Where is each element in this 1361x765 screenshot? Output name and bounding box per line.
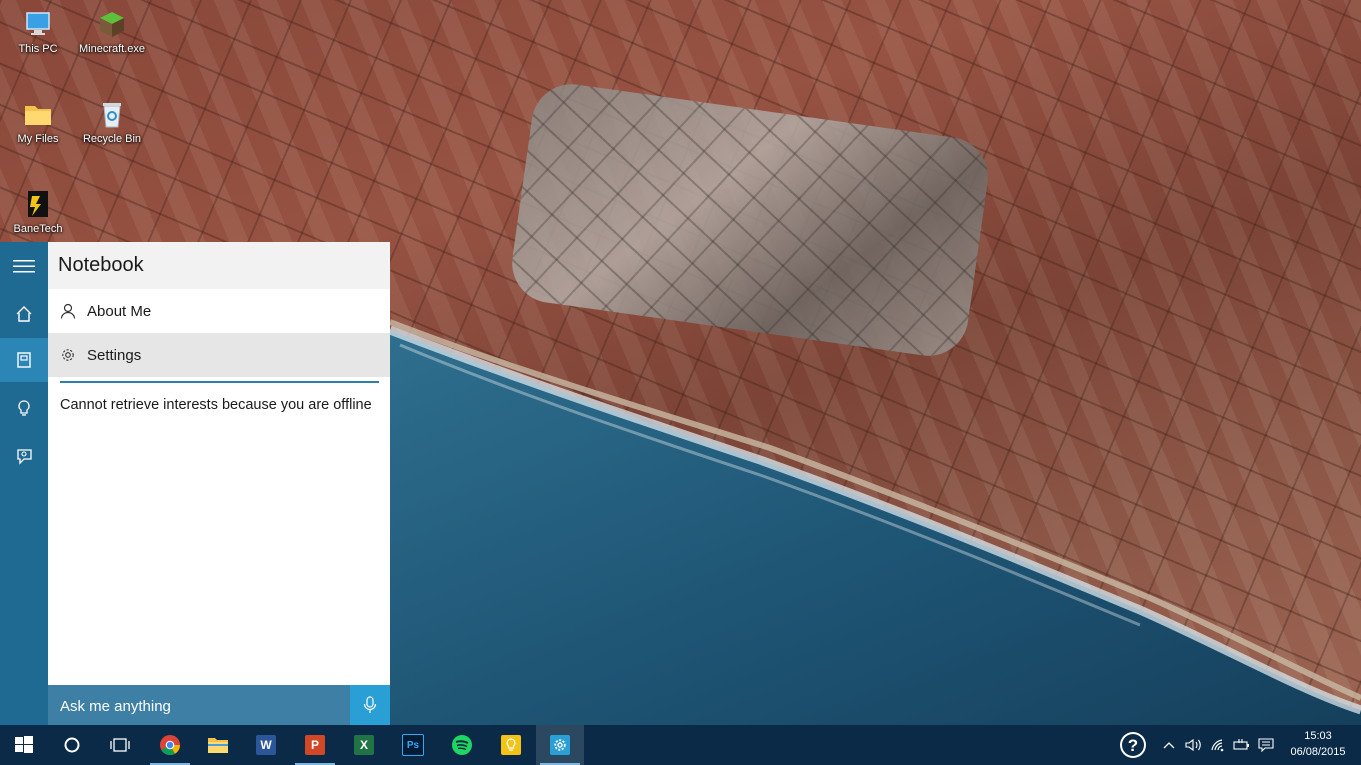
taskbar-app-settings[interactable]	[536, 725, 584, 765]
clock-date: 06/08/2015	[1290, 746, 1346, 758]
taskbar-app-chrome[interactable]	[146, 725, 194, 765]
microphone-icon	[363, 696, 377, 713]
battery-button[interactable]	[1230, 725, 1254, 765]
panel-title: Notebook	[48, 242, 390, 289]
taskbar-app-photoshop[interactable]: Ps	[389, 725, 437, 765]
cortana-search-bar	[48, 685, 390, 727]
speaker-icon	[1185, 738, 1201, 752]
start-button[interactable]	[0, 725, 48, 765]
taskbar-app-spotify[interactable]	[438, 725, 486, 765]
network-button[interactable]	[1207, 725, 1231, 765]
person-icon	[60, 303, 76, 319]
desktop-icon-my-files[interactable]: My Files	[0, 98, 76, 146]
windows-logo-icon	[15, 736, 33, 753]
menu-item-settings[interactable]: Settings	[48, 333, 390, 377]
lightbulb-icon	[501, 735, 521, 755]
cortana-rail	[0, 242, 48, 725]
desktop-icon-banetech[interactable]: BaneTech	[0, 188, 76, 236]
feedback-icon	[17, 449, 32, 465]
recycle-bin-icon	[96, 98, 128, 130]
action-center-button[interactable]	[1254, 725, 1278, 765]
rail-reminders-button[interactable]	[0, 386, 48, 430]
task-view-button[interactable]	[96, 725, 144, 765]
svg-text:?: ?	[1128, 736, 1138, 755]
offline-message: Cannot retrieve interests because you ar…	[60, 397, 372, 413]
lightbulb-icon	[18, 400, 30, 416]
taskbar-app-excel[interactable]: X	[340, 725, 388, 765]
hamburger-menu-button[interactable]	[0, 244, 48, 288]
notebook-icon	[17, 352, 31, 368]
home-icon	[16, 306, 32, 322]
battery-plug-icon	[1233, 739, 1249, 750]
clock-time: 15:03	[1304, 730, 1332, 742]
taskbar-app-powerpoint[interactable]: P	[291, 725, 339, 765]
taskbar-app-tips[interactable]	[487, 725, 535, 765]
help-icon: ?	[1120, 732, 1146, 758]
cortana-search-button[interactable]	[48, 725, 96, 765]
taskbar-clock[interactable]: 15:03 06/08/2015	[1285, 728, 1351, 760]
wifi-icon	[1211, 739, 1224, 752]
notification-icon	[1258, 738, 1274, 752]
microphone-button[interactable]	[350, 685, 390, 725]
banetech-icon	[22, 188, 54, 220]
rail-home-button[interactable]	[0, 292, 48, 336]
photoshop-icon: Ps	[402, 734, 424, 756]
chevron-up-icon	[1163, 742, 1175, 749]
rail-notebook-button[interactable]	[0, 338, 48, 382]
folder-icon	[22, 98, 54, 130]
grass-block-icon	[96, 8, 128, 40]
chrome-icon	[160, 735, 181, 756]
taskbar: W P X Ps ? 15:03 06/08/2015	[0, 725, 1361, 765]
spotify-icon	[452, 735, 472, 755]
excel-icon: X	[354, 735, 374, 755]
desktop-icon-recycle-bin[interactable]: Recycle Bin	[74, 98, 150, 146]
powerpoint-icon: P	[305, 735, 325, 755]
folder-icon	[208, 738, 228, 753]
menu-item-label: About Me	[87, 302, 152, 320]
task-view-icon	[110, 738, 130, 752]
desktop-icon-minecraft[interactable]: Minecraft.exe	[74, 8, 150, 56]
gear-icon	[62, 349, 74, 361]
menu-item-about-me[interactable]: About Me	[48, 289, 390, 333]
show-hidden-icons-button[interactable]	[1158, 725, 1180, 765]
computer-icon	[22, 8, 54, 40]
gear-icon	[550, 735, 570, 755]
taskbar-app-word[interactable]: W	[242, 725, 290, 765]
hamburger-icon	[13, 260, 35, 273]
cortana-notebook-panel: Notebook About Me Settings Cannot retrie…	[48, 242, 390, 685]
word-icon: W	[256, 735, 276, 755]
rail-feedback-button[interactable]	[0, 434, 48, 478]
taskbar-app-file-explorer[interactable]	[194, 725, 242, 765]
cortana-circle-icon	[64, 737, 80, 753]
help-tray-button[interactable]: ?	[1115, 725, 1151, 765]
volume-button[interactable]	[1182, 725, 1206, 765]
desktop-icon-this-pc[interactable]: This PC	[0, 8, 76, 56]
menu-item-label: Settings	[87, 346, 142, 364]
search-input[interactable]	[48, 685, 352, 727]
